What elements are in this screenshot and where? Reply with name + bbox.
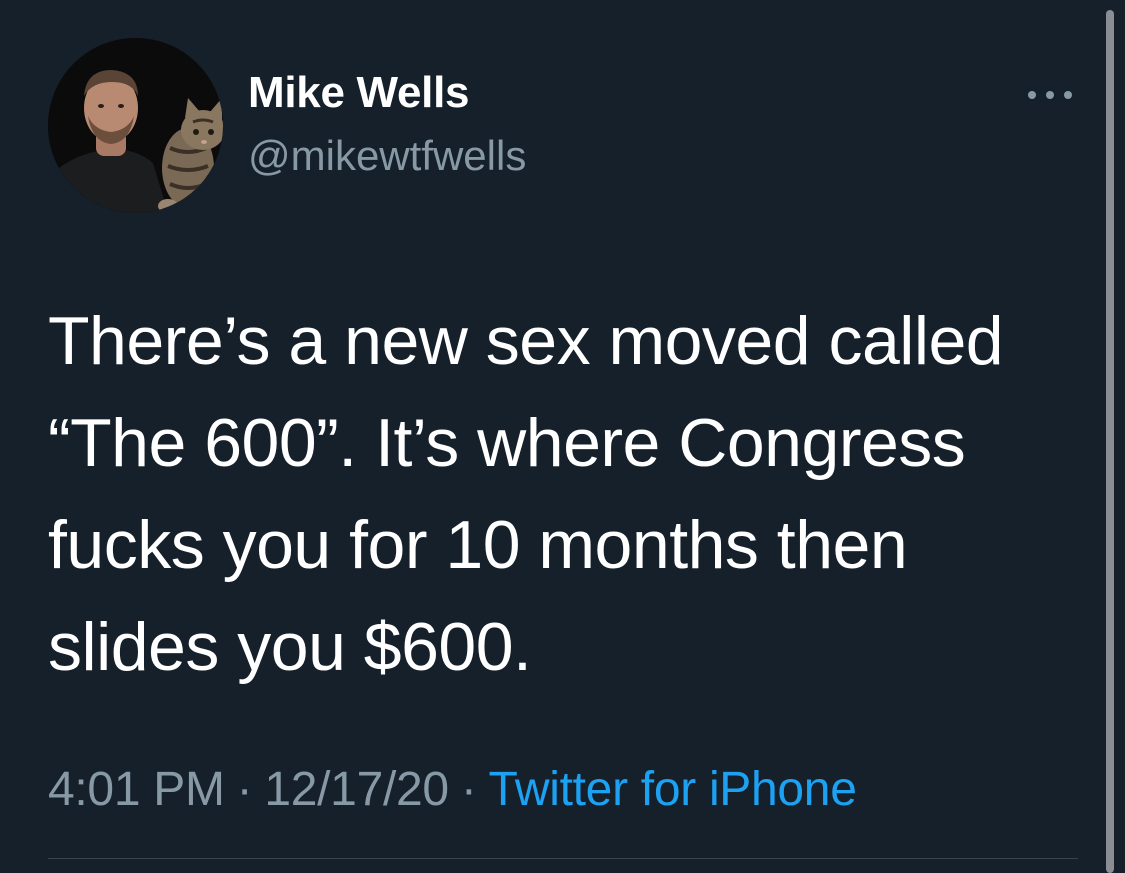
meta-separator: · bbox=[460, 763, 477, 816]
tweet-text: There’s a new sex moved called “The 600”… bbox=[48, 290, 1078, 698]
tweet-date[interactable]: 12/17/20 bbox=[264, 763, 449, 816]
tweet-card: Mike Wells @mikewtfwells There’s a new s… bbox=[0, 0, 1125, 873]
tweet-time[interactable]: 4:01 PM bbox=[48, 763, 225, 816]
tweet-source-link[interactable]: Twitter for iPhone bbox=[489, 763, 857, 816]
more-horizontal-icon-dot bbox=[1046, 91, 1054, 99]
profile-photo-icon bbox=[48, 38, 223, 213]
tweet-text-line: slides you $600. bbox=[48, 609, 532, 685]
tweet-text-line: “The 600”. It’s where Congress bbox=[48, 405, 966, 481]
meta-separator: · bbox=[236, 763, 253, 816]
avatar[interactable] bbox=[48, 38, 223, 213]
more-options-button[interactable] bbox=[1024, 80, 1076, 110]
divider bbox=[48, 858, 1078, 859]
tweet-text-line: fucks you for 10 months then bbox=[48, 507, 908, 583]
author-handle[interactable]: @mikewtfwells bbox=[248, 132, 526, 180]
tweet-text-line: There’s a new sex moved called bbox=[48, 303, 1004, 379]
scrollbar[interactable] bbox=[1106, 10, 1114, 873]
author-display-name[interactable]: Mike Wells bbox=[248, 68, 469, 118]
tweet-meta: 4:01 PM · 12/17/20 · Twitter for iPhone bbox=[48, 762, 857, 817]
more-horizontal-icon-dot bbox=[1064, 91, 1072, 99]
more-horizontal-icon-dot bbox=[1028, 91, 1036, 99]
